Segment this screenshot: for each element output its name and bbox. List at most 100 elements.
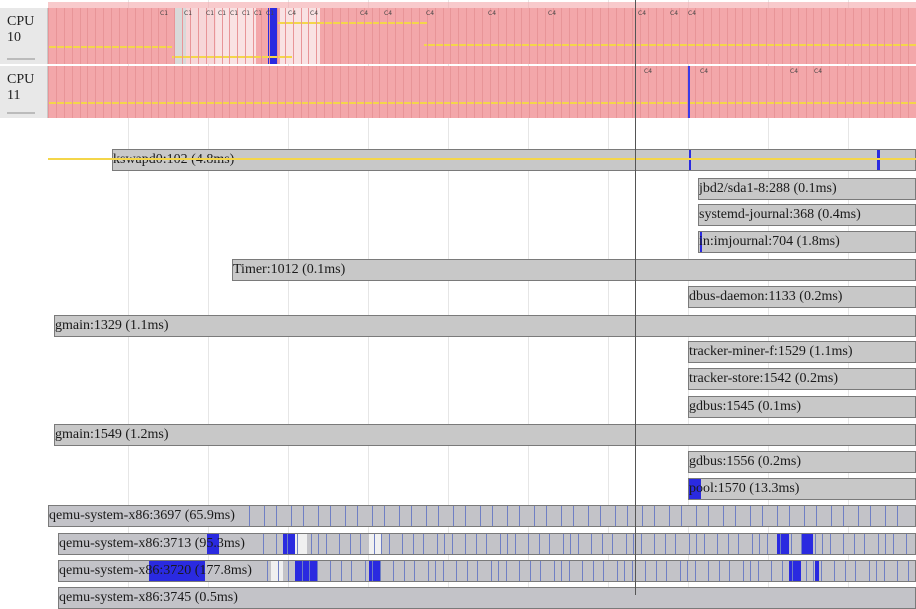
tick [829,66,830,118]
thread-bar-tracker-miner[interactable]: tracker-miner-f:1529 (1.1ms) [688,341,916,363]
sched-tick [467,561,468,581]
tick [774,8,775,64]
tick [356,8,357,64]
sched-tick [318,534,319,554]
thread-bar-tracker-store[interactable]: tracker-store:1542 (0.2ms) [688,368,916,390]
sched-tick [626,534,627,554]
tick [671,66,672,118]
sched-tick [876,561,877,581]
sched-tick [729,561,730,581]
sched-tick [906,534,907,554]
tick [900,66,901,118]
thread-label: in:imjournal:704 (1.8ms) [699,234,840,249]
tick [190,66,191,118]
thread-label: systemd-journal:368 (0.4ms) [699,207,861,222]
cstate-mark: C1 [266,10,275,17]
tick [277,66,278,118]
tick [506,8,507,64]
sched-tick [480,506,481,526]
sched-tick [435,561,436,581]
tick [798,8,799,64]
thread-bar-qemu-3713[interactable]: qemu-system-x86:3713 (95.3ms) [58,533,916,555]
sched-tick [845,561,846,581]
idle-gap [369,534,381,554]
sched-tick [507,506,508,526]
sched-tick [831,506,832,526]
thread-bar-qemu-3697[interactable]: qemu-system-x86:3697 (65.9ms) [48,505,916,527]
sched-tick [645,561,646,581]
tick [411,8,412,64]
sched-tick [384,506,385,526]
tick [711,8,712,64]
tick [592,66,593,118]
tick [143,8,144,64]
tick [735,66,736,118]
sched-tick [350,534,351,554]
sched-tick [689,534,690,554]
tick [379,66,380,118]
sched-tick [404,561,405,581]
thread-bar-dbus-daemon[interactable]: dbus-daemon:1133 (0.2ms) [688,286,916,308]
cpu-track[interactable]: C4 C4 C4 C4 [48,66,916,118]
cstate-mark: C1 [230,10,239,17]
sched-tick [453,506,454,526]
sched-tick [264,506,265,526]
tick [72,8,73,64]
tick [695,66,696,118]
sched-tick [414,561,415,581]
sched-tick [326,534,327,554]
thread-bar-qemu-3745[interactable]: qemu-system-x86:3745 (0.5ms) [58,587,916,609]
sched-tick [452,534,453,554]
cpu-row-10[interactable]: CPU 10 C1 C1 C1 C1 C1 C1 C1 C1 C4 C4 C4 C4 C4 C4 C4 C4 C… [0,8,916,64]
sched-tick [759,534,760,554]
tick [790,8,791,64]
thread-bar-gmain-1549[interactable]: gmain:1549 (1.2ms) [54,424,916,446]
tick [56,8,57,64]
thread-bar-gmain-1329[interactable]: gmain:1329 (1.1ms) [54,315,916,337]
sched-tick [816,506,817,526]
tick [103,8,104,64]
sched-tick [402,534,403,554]
sched-tick [696,506,697,526]
tick [521,8,522,64]
thread-bar-gdbus-1556[interactable]: gdbus:1556 (0.2ms) [688,451,916,473]
thread-bar-imjournal[interactable]: in:imjournal:704 (1.8ms) [698,231,916,253]
tick [229,66,230,118]
sched-tick [578,534,579,554]
thread-bar-pool[interactable]: pool:1570 (13.3ms) [688,478,916,500]
cstate-mark: C1 [254,10,263,17]
thread-label: jbd2/sda1-8:288 (0.1ms) [699,181,837,196]
thread-bar-kswapd0[interactable]: kswapd0:102 (4.8ms) [112,149,916,171]
tick [514,66,515,118]
sched-tick [570,534,571,554]
tick [119,8,120,64]
sched-tick [491,561,492,581]
tick [845,66,846,118]
thread-bar-jbd2[interactable]: jbd2/sda1-8:288 (0.1ms) [698,178,916,200]
cpu-header-strip [48,2,916,8]
thread-bar-gdbus-1545[interactable]: gdbus:1545 (0.1ms) [688,396,916,418]
sched-tick [546,506,547,526]
tick [585,8,586,64]
thread-label: qemu-system-x86:3745 (0.5ms) [59,590,238,605]
tick [577,66,578,118]
sched-tick [834,561,835,581]
sched-tick [561,561,562,581]
tick [861,8,862,64]
cstate-mark: C1 [206,10,215,17]
tick [111,66,112,118]
thread-bar-timer[interactable]: Timer:1012 (0.1ms) [232,259,916,281]
time-cursor[interactable] [635,0,636,595]
sched-tick [771,561,772,581]
cpu-track[interactable]: C1 C1 C1 C1 C1 C1 C1 C1 C4 C4 C4 C4 C4 C4 C4 C4 C4 C4 [48,8,916,64]
thread-bar-qemu-3720[interactable]: qemu-system-x86:3720 (177.8ms) [58,560,916,582]
cstate-mark: C4 [644,68,653,75]
cpu-row-11[interactable]: CPU 11 C4 C4 C4 C4 [0,66,916,118]
sched-tick [762,506,763,526]
cstate-mark: C4 [384,10,393,17]
cstate-mark: C4 [288,10,297,17]
thread-bar-systemd-journal[interactable]: systemd-journal:368 (0.4ms) [698,204,916,226]
sched-tick [582,561,583,581]
sched-tick [624,561,625,581]
thread-label: qemu-system-x86:3713 (95.3ms) [59,536,245,551]
